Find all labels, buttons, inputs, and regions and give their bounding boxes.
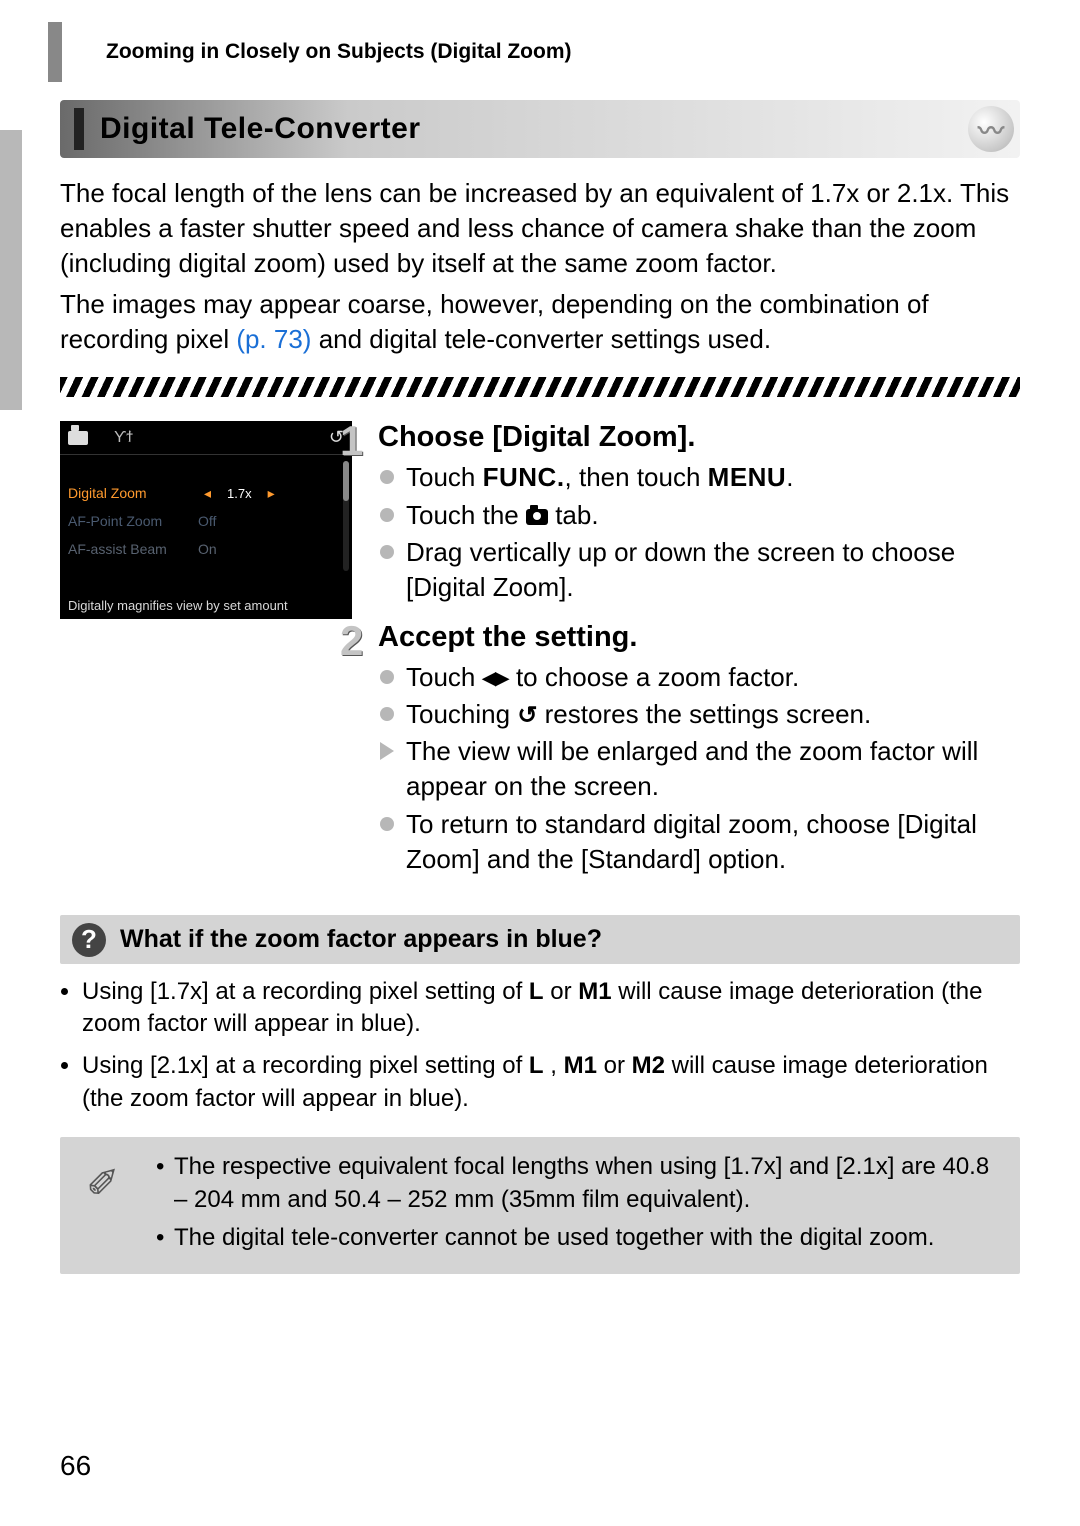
t: Touch bbox=[406, 462, 483, 492]
left-right-icon: ◂▸ bbox=[483, 662, 509, 692]
tools-tab-icon: ϒϯ bbox=[114, 429, 133, 447]
menu-row-2: AF-Point Zoom Off bbox=[60, 507, 352, 535]
t: , bbox=[544, 1052, 564, 1079]
func-label: FUNC. bbox=[483, 462, 565, 492]
step-2-title: 2 Accept the setting. bbox=[378, 621, 1020, 654]
section-title: Digital Tele-Converter bbox=[100, 112, 421, 146]
t: Touch the bbox=[406, 500, 526, 530]
t: Touch bbox=[406, 662, 483, 692]
running-header: Zooming in Closely on Subjects (Digital … bbox=[106, 40, 1020, 64]
intro-paragraph-1: The focal length of the lens can be incr… bbox=[60, 176, 1020, 281]
note-2: The digital tele-converter cannot be use… bbox=[156, 1222, 1004, 1254]
t: . bbox=[786, 462, 793, 492]
divider-hatch bbox=[60, 377, 1020, 397]
menu-label: MENU bbox=[708, 462, 787, 492]
t: The view will be enlarged and the zoom f… bbox=[406, 736, 978, 801]
decor-swirl-icon: 〰 bbox=[968, 106, 1014, 152]
intro-paragraph-2: The images may appear coarse, however, d… bbox=[60, 287, 1020, 357]
steps-row: ϒϯ ↺ Digital Zoom ◂ 1.7x ▸ AF-Point Zoom… bbox=[60, 421, 1020, 892]
menu-value: Off bbox=[198, 513, 216, 529]
size-M1-label: M1 bbox=[564, 1052, 597, 1079]
camera-topbar: ϒϯ ↺ bbox=[60, 421, 352, 455]
t: Using [1.7x] at a recording pixel settin… bbox=[82, 978, 529, 1005]
step2-bullet-3: The view will be enlarged and the zoom f… bbox=[378, 734, 1020, 804]
menu-value: On bbox=[198, 541, 217, 557]
step-number-icon: 1 bbox=[340, 417, 363, 465]
camera-menu-screenshot: ϒϯ ↺ Digital Zoom ◂ 1.7x ▸ AF-Point Zoom… bbox=[60, 421, 352, 619]
t: Using [2.1x] at a recording pixel settin… bbox=[82, 1052, 529, 1079]
steps-column: 1 Choose [Digital Zoom]. Touch FUNC., th… bbox=[378, 421, 1020, 892]
menu-hint: Digitally magnifies view by set amount bbox=[68, 598, 288, 613]
menu-label: Digital Zoom bbox=[68, 485, 198, 501]
t: or bbox=[597, 1052, 632, 1079]
page-number: 66 bbox=[60, 1450, 91, 1482]
t: restores the settings screen. bbox=[537, 699, 871, 729]
size-M1-label: M1 bbox=[578, 978, 611, 1005]
step1-bullet-2: Touch the tab. bbox=[378, 498, 1020, 533]
question-icon: ? bbox=[72, 923, 106, 957]
arrow-left-icon: ◂ bbox=[198, 485, 217, 502]
bullet-icon bbox=[380, 470, 394, 484]
side-tab bbox=[0, 130, 22, 410]
bullet-icon bbox=[380, 817, 394, 831]
step2-bullet-4: To return to standard digital zoom, choo… bbox=[378, 807, 1020, 877]
accent-bar bbox=[74, 108, 84, 150]
t: tab. bbox=[548, 500, 599, 530]
bookmark-bar bbox=[48, 22, 62, 82]
step2-bullet-1: Touch ◂▸ to choose a zoom factor. bbox=[378, 660, 1020, 695]
page: Zooming in Closely on Subjects (Digital … bbox=[0, 0, 1080, 1274]
menu-label: AF-assist Beam bbox=[68, 541, 198, 557]
scrollbar bbox=[343, 461, 349, 571]
page-ref-link[interactable]: (p. 73) bbox=[236, 324, 311, 354]
t: Drag vertically up or down the screen to… bbox=[406, 537, 955, 602]
camera-icon bbox=[526, 509, 548, 525]
menu-row-3: AF-assist Beam On bbox=[60, 535, 352, 563]
menu-value: 1.7x bbox=[217, 485, 262, 502]
step-2: 2 Accept the setting. Touch ◂▸ to choose… bbox=[378, 621, 1020, 877]
t: To return to standard digital zoom, choo… bbox=[406, 809, 977, 874]
camera-tab-icon bbox=[68, 431, 88, 445]
t: or bbox=[544, 978, 579, 1005]
step-1-title: 1 Choose [Digital Zoom]. bbox=[378, 421, 1020, 454]
bullet-icon bbox=[380, 707, 394, 721]
tip-list: Using [1.7x] at a recording pixel settin… bbox=[60, 976, 1020, 1116]
bullet-icon bbox=[380, 670, 394, 684]
step1-bullet-3: Drag vertically up or down the screen to… bbox=[378, 535, 1020, 605]
step-1-title-text: Choose [Digital Zoom]. bbox=[378, 421, 695, 453]
tip-item-2: Using [2.1x] at a recording pixel settin… bbox=[82, 1050, 1020, 1115]
bullet-icon bbox=[380, 545, 394, 559]
note-1: The respective equivalent focal lengths … bbox=[156, 1151, 1004, 1216]
step2-bullet-2: Touching ↺ restores the settings screen. bbox=[378, 697, 1020, 732]
size-L-label: L bbox=[529, 978, 544, 1005]
bullet-icon bbox=[380, 508, 394, 522]
step-number-icon: 2 bbox=[340, 617, 363, 665]
triangle-icon bbox=[380, 742, 394, 760]
size-L-label: L bbox=[529, 1052, 544, 1079]
intro2b: and digital tele-converter settings used… bbox=[311, 324, 771, 354]
size-M2-label: M2 bbox=[632, 1052, 665, 1079]
step-1: 1 Choose [Digital Zoom]. Touch FUNC., th… bbox=[378, 421, 1020, 604]
t: , then touch bbox=[565, 462, 708, 492]
return-icon: ↺ bbox=[517, 702, 537, 729]
menu-label: AF-Point Zoom bbox=[68, 513, 198, 529]
pencil-icon: ✐ bbox=[86, 1161, 120, 1207]
t: Touching bbox=[406, 699, 517, 729]
step-2-title-text: Accept the setting. bbox=[378, 621, 637, 653]
menu-row-digital-zoom: Digital Zoom ◂ 1.7x ▸ bbox=[60, 479, 352, 507]
t: to choose a zoom factor. bbox=[509, 662, 800, 692]
arrow-right-icon: ▸ bbox=[262, 485, 281, 502]
tip-title: What if the zoom factor appears in blue? bbox=[120, 925, 1008, 954]
tip-box: ? What if the zoom factor appears in blu… bbox=[60, 915, 1020, 964]
step1-bullet-1: Touch FUNC., then touch MENU. bbox=[378, 460, 1020, 495]
tip-item-1: Using [1.7x] at a recording pixel settin… bbox=[82, 976, 1020, 1041]
section-title-bar: Digital Tele-Converter 〰 bbox=[60, 100, 1020, 158]
note-box: ✐ The respective equivalent focal length… bbox=[60, 1137, 1020, 1274]
